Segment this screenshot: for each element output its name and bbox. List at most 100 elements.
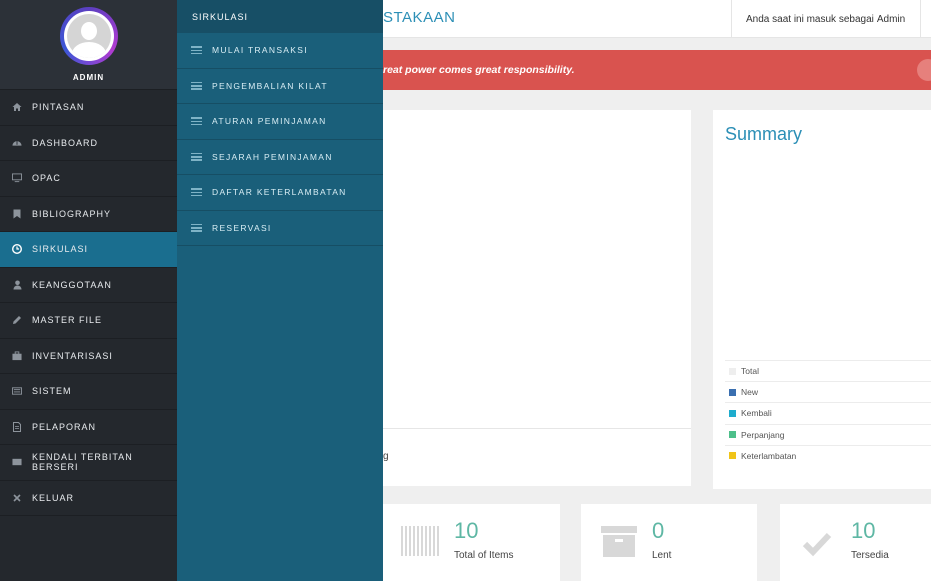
profile-panel: ADMIN — [0, 0, 177, 90]
chart-panel — [383, 110, 691, 486]
panel-divider — [383, 428, 691, 429]
sidebar-item-label: PELAPORAN — [32, 421, 97, 432]
legend-item: Perpanjang — [725, 423, 931, 445]
sidebar-item-pintasan[interactable]: PINTASAN — [0, 90, 177, 126]
close-icon — [12, 493, 22, 503]
user-name[interactable]: Admin — [877, 14, 905, 25]
legend-swatch — [729, 409, 736, 417]
menu-lines-icon — [191, 117, 202, 126]
stat-card-total-items: 10 Total of Items — [383, 504, 560, 581]
panel-footer-text: g — [383, 451, 389, 462]
check-icon — [802, 532, 832, 557]
sidebar-item-sistem[interactable]: SISTEM — [0, 374, 177, 410]
legend-label: Total — [741, 366, 759, 377]
sidebar-item-label: KELUAR — [32, 492, 75, 503]
sidebar-item-label: MASTER FILE — [32, 315, 103, 326]
menu-lines-icon — [191, 152, 202, 161]
stat-label: Tersedia — [851, 550, 889, 561]
submenu-item-label: MULAI TRANSAKSI — [212, 45, 308, 56]
legend-swatch — [729, 367, 736, 375]
legend-label: Kembali — [741, 408, 772, 419]
submenu-item-daftar-keterlambatan[interactable]: DAFTAR KETERLAMBATAN — [177, 175, 383, 211]
summary-panel: Summary Total New Kembali Perpanjang Ket… — [713, 110, 931, 489]
profile-name: ADMIN — [72, 73, 105, 82]
sidebar-item-label: SIRKULASI — [32, 244, 89, 255]
sidebar-item-label: KENDALI TERBITAN BERSERI — [32, 452, 133, 473]
sidebar-item-label: INVENTARISASI — [32, 350, 113, 361]
alert-text: reat power comes great responsibility. — [383, 64, 575, 76]
sidebar-item-dashboard[interactable]: DASHBOARD — [0, 126, 177, 161]
legend-swatch — [729, 388, 736, 396]
submenu-item-sejarah-peminjaman[interactable]: SEJARAH PEMINJAMAN — [177, 140, 383, 175]
dashboard-gauge-icon — [12, 138, 22, 148]
sidebar-item-label: OPAC — [32, 173, 61, 184]
legend-label: New — [741, 387, 759, 398]
sidebar-item-keanggotaan[interactable]: KEANGGOTAAN — [0, 268, 177, 303]
sidebar: ADMIN PINTASAN DASHBOARD OPAC BIBLIOGRAP… — [0, 0, 177, 581]
sidebar-item-keluar[interactable]: KELUAR — [0, 481, 177, 516]
top-header: STAKAAN Anda saat ini masuk sebagai Admi… — [383, 0, 931, 38]
stat-card-tersedia: 10 Tersedia — [780, 504, 931, 581]
legend-label: Keterlambatan — [741, 450, 797, 461]
stat-value: 0 — [652, 518, 665, 543]
legend-item: New — [725, 381, 931, 402]
submenu-item-reservasi[interactable]: RESERVASI — [177, 211, 383, 246]
briefcase-icon — [12, 351, 22, 361]
legend-item: Total — [725, 360, 931, 381]
submenu-item-label: ATURAN PEMINJAMAN — [212, 116, 327, 127]
legend-item: Kembali — [725, 402, 931, 423]
sidebar-item-label: BIBLIOGRAPHY — [32, 208, 112, 219]
sidebar-item-inventarisasi[interactable]: INVENTARISASI — [0, 339, 177, 374]
legend-swatch — [729, 452, 736, 460]
stat-label: Total of Items — [454, 550, 514, 561]
archive-box-icon — [601, 526, 637, 558]
sidebar-item-opac[interactable]: OPAC — [0, 161, 177, 197]
keyboard-icon — [12, 386, 22, 396]
sidebar-item-bibliography[interactable]: BIBLIOGRAPHY — [0, 197, 177, 232]
home-icon — [12, 102, 22, 112]
stat-label: Lent — [652, 550, 672, 561]
submenu-item-mulai-transaksi[interactable]: MULAI TRANSAKSI — [177, 33, 383, 69]
stat-value: 10 — [454, 518, 479, 543]
page-title: STAKAAN — [383, 9, 456, 26]
alert-close-button[interactable] — [917, 59, 931, 81]
legend-swatch — [729, 431, 736, 439]
submenu-title: SIRKULASI — [177, 0, 383, 33]
sidebar-item-label: SISTEM — [32, 386, 72, 397]
bookmark-icon — [12, 209, 22, 219]
sidebar-item-label: KEANGGOTAAN — [32, 279, 112, 290]
summary-title: Summary — [725, 124, 803, 144]
sidebar-item-label: PINTASAN — [32, 102, 85, 113]
submenu-item-label: SEJARAH PEMINJAMAN — [212, 151, 333, 162]
clock-icon — [12, 244, 22, 255]
menu-lines-icon — [191, 188, 202, 197]
sidebar-item-pelaporan[interactable]: PELAPORAN — [0, 410, 177, 445]
newspaper-icon — [12, 457, 22, 467]
sidebar-item-master-file[interactable]: MASTER FILE — [0, 303, 177, 339]
submenu-item-label: RESERVASI — [212, 222, 272, 233]
sidebar-item-sirkulasi[interactable]: SIRKULASI — [0, 232, 177, 268]
stat-card-lent: 0 Lent — [581, 504, 757, 581]
logged-in-user: Anda saat ini masuk sebagai Admin — [731, 0, 921, 38]
stat-value: 10 — [851, 518, 876, 543]
menu-lines-icon — [191, 46, 202, 55]
user-prefix: Anda saat ini masuk sebagai — [746, 13, 874, 25]
legend-item: Keterlambatan — [725, 444, 931, 466]
submenu-panel: SIRKULASI MULAI TRANSAKSI PENGEMBALIAN K… — [177, 0, 383, 581]
document-icon — [12, 421, 22, 432]
pencil-icon — [12, 315, 22, 325]
sidebar-item-kendali-terbitan-berseri[interactable]: KENDALI TERBITAN BERSERI — [0, 445, 177, 481]
legend-label: Perpanjang — [741, 429, 785, 440]
barcode-icon — [401, 526, 441, 556]
alert-banner: reat power comes great responsibility. — [383, 50, 931, 90]
sidebar-item-label: DASHBOARD — [32, 137, 99, 148]
monitor-icon — [12, 173, 22, 183]
menu-lines-icon — [191, 81, 202, 90]
submenu-item-aturan-peminjaman[interactable]: ATURAN PEMINJAMAN — [177, 104, 383, 140]
user-icon — [12, 280, 22, 290]
submenu-item-pengembalian-kilat[interactable]: PENGEMBALIAN KILAT — [177, 69, 383, 104]
summary-legend: Total New Kembali Perpanjang Keterlambat… — [725, 360, 931, 466]
user-silhouette-icon — [66, 14, 111, 58]
submenu-item-label: PENGEMBALIAN KILAT — [212, 80, 328, 91]
avatar[interactable] — [59, 7, 118, 65]
